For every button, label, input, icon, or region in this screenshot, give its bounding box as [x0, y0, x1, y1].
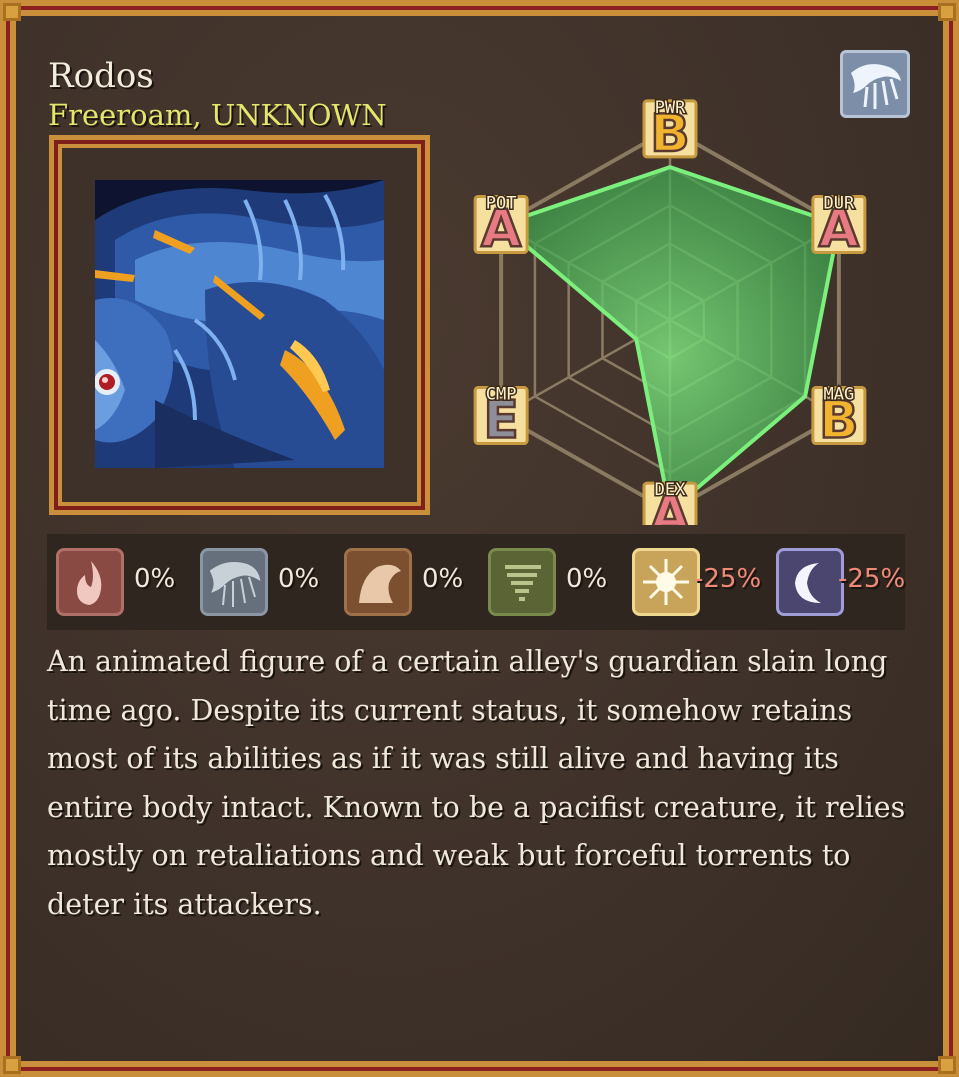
stat-badge-pot: APOT: [473, 192, 529, 261]
stat-label: PWR: [655, 98, 686, 118]
stat-badge-dur: ADUR: [811, 192, 867, 261]
stat-label: MAG: [824, 385, 855, 405]
resistance-value: 0%: [278, 564, 320, 594]
frame-corner: [3, 3, 21, 21]
water-icon: [200, 548, 268, 616]
stat-badge-cmp: ECMP: [473, 383, 529, 452]
creature-location: Freeroam, UNKNOWN: [48, 98, 387, 132]
dark-icon: [776, 548, 844, 616]
stat-label: CMP: [486, 385, 517, 405]
creature-name: Rodos: [48, 56, 154, 96]
frame-corner: [938, 3, 956, 21]
resistance-value: -25%: [694, 564, 762, 594]
earth-icon: [344, 548, 412, 616]
wind-icon: [488, 548, 556, 616]
stat-label: POT: [486, 193, 517, 213]
light-icon: [632, 548, 700, 616]
stat-badge-mag: BMAG: [811, 383, 867, 452]
dragon-portrait-image: [95, 180, 384, 468]
stat-label: DEX: [655, 480, 686, 500]
stat-label: DUR: [824, 193, 855, 213]
resistance-value: -25%: [838, 564, 906, 594]
stat-badge-dex: ADEX: [642, 479, 698, 525]
radar-value-polygon: [497, 165, 842, 515]
frame-corner: [938, 1056, 956, 1074]
resistance-value: 0%: [134, 564, 176, 594]
resistance-value: 0%: [566, 564, 608, 594]
stat-badge-pwr: BPWR: [642, 96, 698, 165]
creature-portrait: [95, 180, 384, 468]
frame-corner: [3, 1056, 21, 1074]
resistance-value: 0%: [422, 564, 464, 594]
stats-radar-chart: BPWR ADUR BMAG ADEX ECMP APOT: [473, 96, 867, 525]
creature-description: An animated figure of a certain alley's …: [47, 645, 906, 921]
fire-icon: [56, 548, 124, 616]
